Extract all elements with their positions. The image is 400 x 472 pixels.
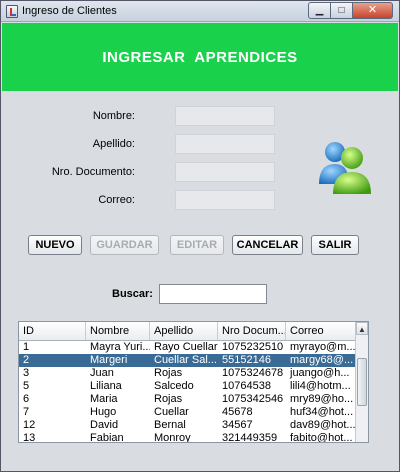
table-cell: 5 xyxy=(23,380,30,392)
table-row[interactable]: 12 David Bernal 34567 dav89@hot... xyxy=(19,419,356,432)
correo-label: Correo: xyxy=(98,194,135,206)
table-cell: 6 xyxy=(23,393,30,405)
maximize-button[interactable]: □ xyxy=(331,2,353,19)
table-cell: Mayra Yuri... xyxy=(90,341,150,353)
table-cell: 2 xyxy=(23,354,30,366)
table-cell: dav89@hot... xyxy=(290,419,356,431)
search-label: Buscar: xyxy=(112,288,153,300)
table-cell: Rojas xyxy=(154,393,183,405)
column-header[interactable]: Apellido xyxy=(150,322,218,340)
table-cell: mry89@ho... xyxy=(290,393,354,405)
table-cell: Juan xyxy=(90,367,114,379)
table-row[interactable]: 6 Maria Rojas 1075342546 mry89@ho... xyxy=(19,393,356,406)
window-title: Ingreso de Clientes xyxy=(22,5,117,17)
table-cell: fabito@hot... xyxy=(290,432,353,443)
window-controls: ▁ □ ✕ xyxy=(308,2,393,20)
nombre-field[interactable] xyxy=(175,106,275,126)
table-cell: Cuellar xyxy=(154,406,189,418)
table-cell: Fabian xyxy=(90,432,124,443)
table-cell: Bernal xyxy=(154,419,186,431)
table-cell: 321449359 xyxy=(222,432,278,443)
table-cell: 7 xyxy=(23,406,30,418)
table-cell: 10764538 xyxy=(222,380,271,392)
column-header[interactable]: Correo xyxy=(286,322,356,340)
table-cell: 55152146 xyxy=(222,354,271,366)
table-row[interactable]: 2 Margeri Cuellar Sal... 55152146 margy68@..… xyxy=(19,354,356,367)
table-cell: Rayo Cuellar xyxy=(154,341,218,353)
table-body[interactable]: 1 Mayra Yuri... Rayo Cuellar 1075232510 myra… xyxy=(19,341,356,443)
table-row[interactable]: 13 Fabian Monroy 321449359 fabito@hot... xyxy=(19,432,356,443)
apellido-field[interactable] xyxy=(175,134,275,154)
table-cell: margy68@... xyxy=(290,354,354,366)
table-cell: 34567 xyxy=(222,419,253,431)
search-input[interactable] xyxy=(159,284,267,304)
table-cell: 1075342546 xyxy=(222,393,284,405)
table-cell: myrayo@m... xyxy=(290,341,356,353)
java-cup-icon xyxy=(6,5,18,18)
table-cell: 12 xyxy=(23,419,36,431)
nuevo-button[interactable]: NUEVO xyxy=(28,235,82,255)
table-cell: 1 xyxy=(23,341,30,353)
title-bar[interactable]: Ingreso de Clientes ▁ □ ✕ xyxy=(1,1,399,22)
table-header: ID Nombre Apellido Nro Docum... Correo xyxy=(19,322,356,341)
table-cell: Margeri xyxy=(90,354,128,366)
column-header[interactable]: Nro Docum... xyxy=(218,322,286,340)
table-cell: Maria xyxy=(90,393,118,405)
users-icon xyxy=(319,142,371,194)
table-cell: 13 xyxy=(23,432,36,443)
page-title: INGRESAR APRENDICES xyxy=(102,48,298,66)
table-cell: juango@h... xyxy=(290,367,350,379)
vertical-scrollbar[interactable]: ▲ xyxy=(355,322,368,442)
correo-field[interactable] xyxy=(175,190,275,210)
documento-field[interactable] xyxy=(175,162,275,182)
table-cell: Liliana xyxy=(90,380,122,392)
table-cell: Hugo xyxy=(90,406,117,418)
table-cell: 1075324678 xyxy=(222,367,284,379)
header-banner: INGRESAR APRENDICES xyxy=(2,23,398,91)
table-row[interactable]: 7 Hugo Cuellar 45678 huf34@hot... xyxy=(19,406,356,419)
cancelar-button[interactable]: CANCELAR xyxy=(232,235,303,255)
editar-button[interactable]: EDITAR xyxy=(170,235,224,255)
salir-button[interactable]: SALIR xyxy=(311,235,359,255)
table-cell: Rojas xyxy=(154,367,183,379)
minimize-button[interactable]: ▁ xyxy=(308,2,331,19)
table-cell: Salcedo xyxy=(154,380,194,392)
clients-table[interactable]: ID Nombre Apellido Nro Docum... Correo 1 Mayr… xyxy=(18,321,369,443)
close-button[interactable]: ✕ xyxy=(353,2,393,19)
column-header[interactable]: ID xyxy=(19,322,86,340)
table-cell: 1075232510 xyxy=(222,341,284,353)
guardar-button[interactable]: GUARDAR xyxy=(90,235,159,255)
table-cell: huf34@hot... xyxy=(290,406,354,418)
table-cell: Monroy xyxy=(154,432,191,443)
column-header[interactable]: Nombre xyxy=(86,322,150,340)
scroll-thumb[interactable] xyxy=(357,358,367,406)
table-cell: lili4@hotm... xyxy=(290,380,351,392)
nombre-label: Nombre: xyxy=(92,110,135,122)
table-row[interactable]: 5 Liliana Salcedo 10764538 lili4@hotm... xyxy=(19,380,356,393)
table-row[interactable]: 3 Juan Rojas 1075324678 juango@h... xyxy=(19,367,356,380)
table-cell: 45678 xyxy=(222,406,253,418)
documento-label: Nro. Documento: xyxy=(51,166,135,178)
table-cell: 3 xyxy=(23,367,30,379)
scroll-up-icon[interactable]: ▲ xyxy=(356,322,368,335)
table-row[interactable]: 1 Mayra Yuri... Rayo Cuellar 1075232510 myra… xyxy=(19,341,356,354)
apellido-label: Apellido: xyxy=(92,138,135,150)
main-window: Ingreso de Clientes ▁ □ ✕ INGRESAR APREN… xyxy=(0,0,400,472)
table-cell: Cuellar Sal... xyxy=(154,354,217,366)
table-cell: David xyxy=(90,419,119,431)
